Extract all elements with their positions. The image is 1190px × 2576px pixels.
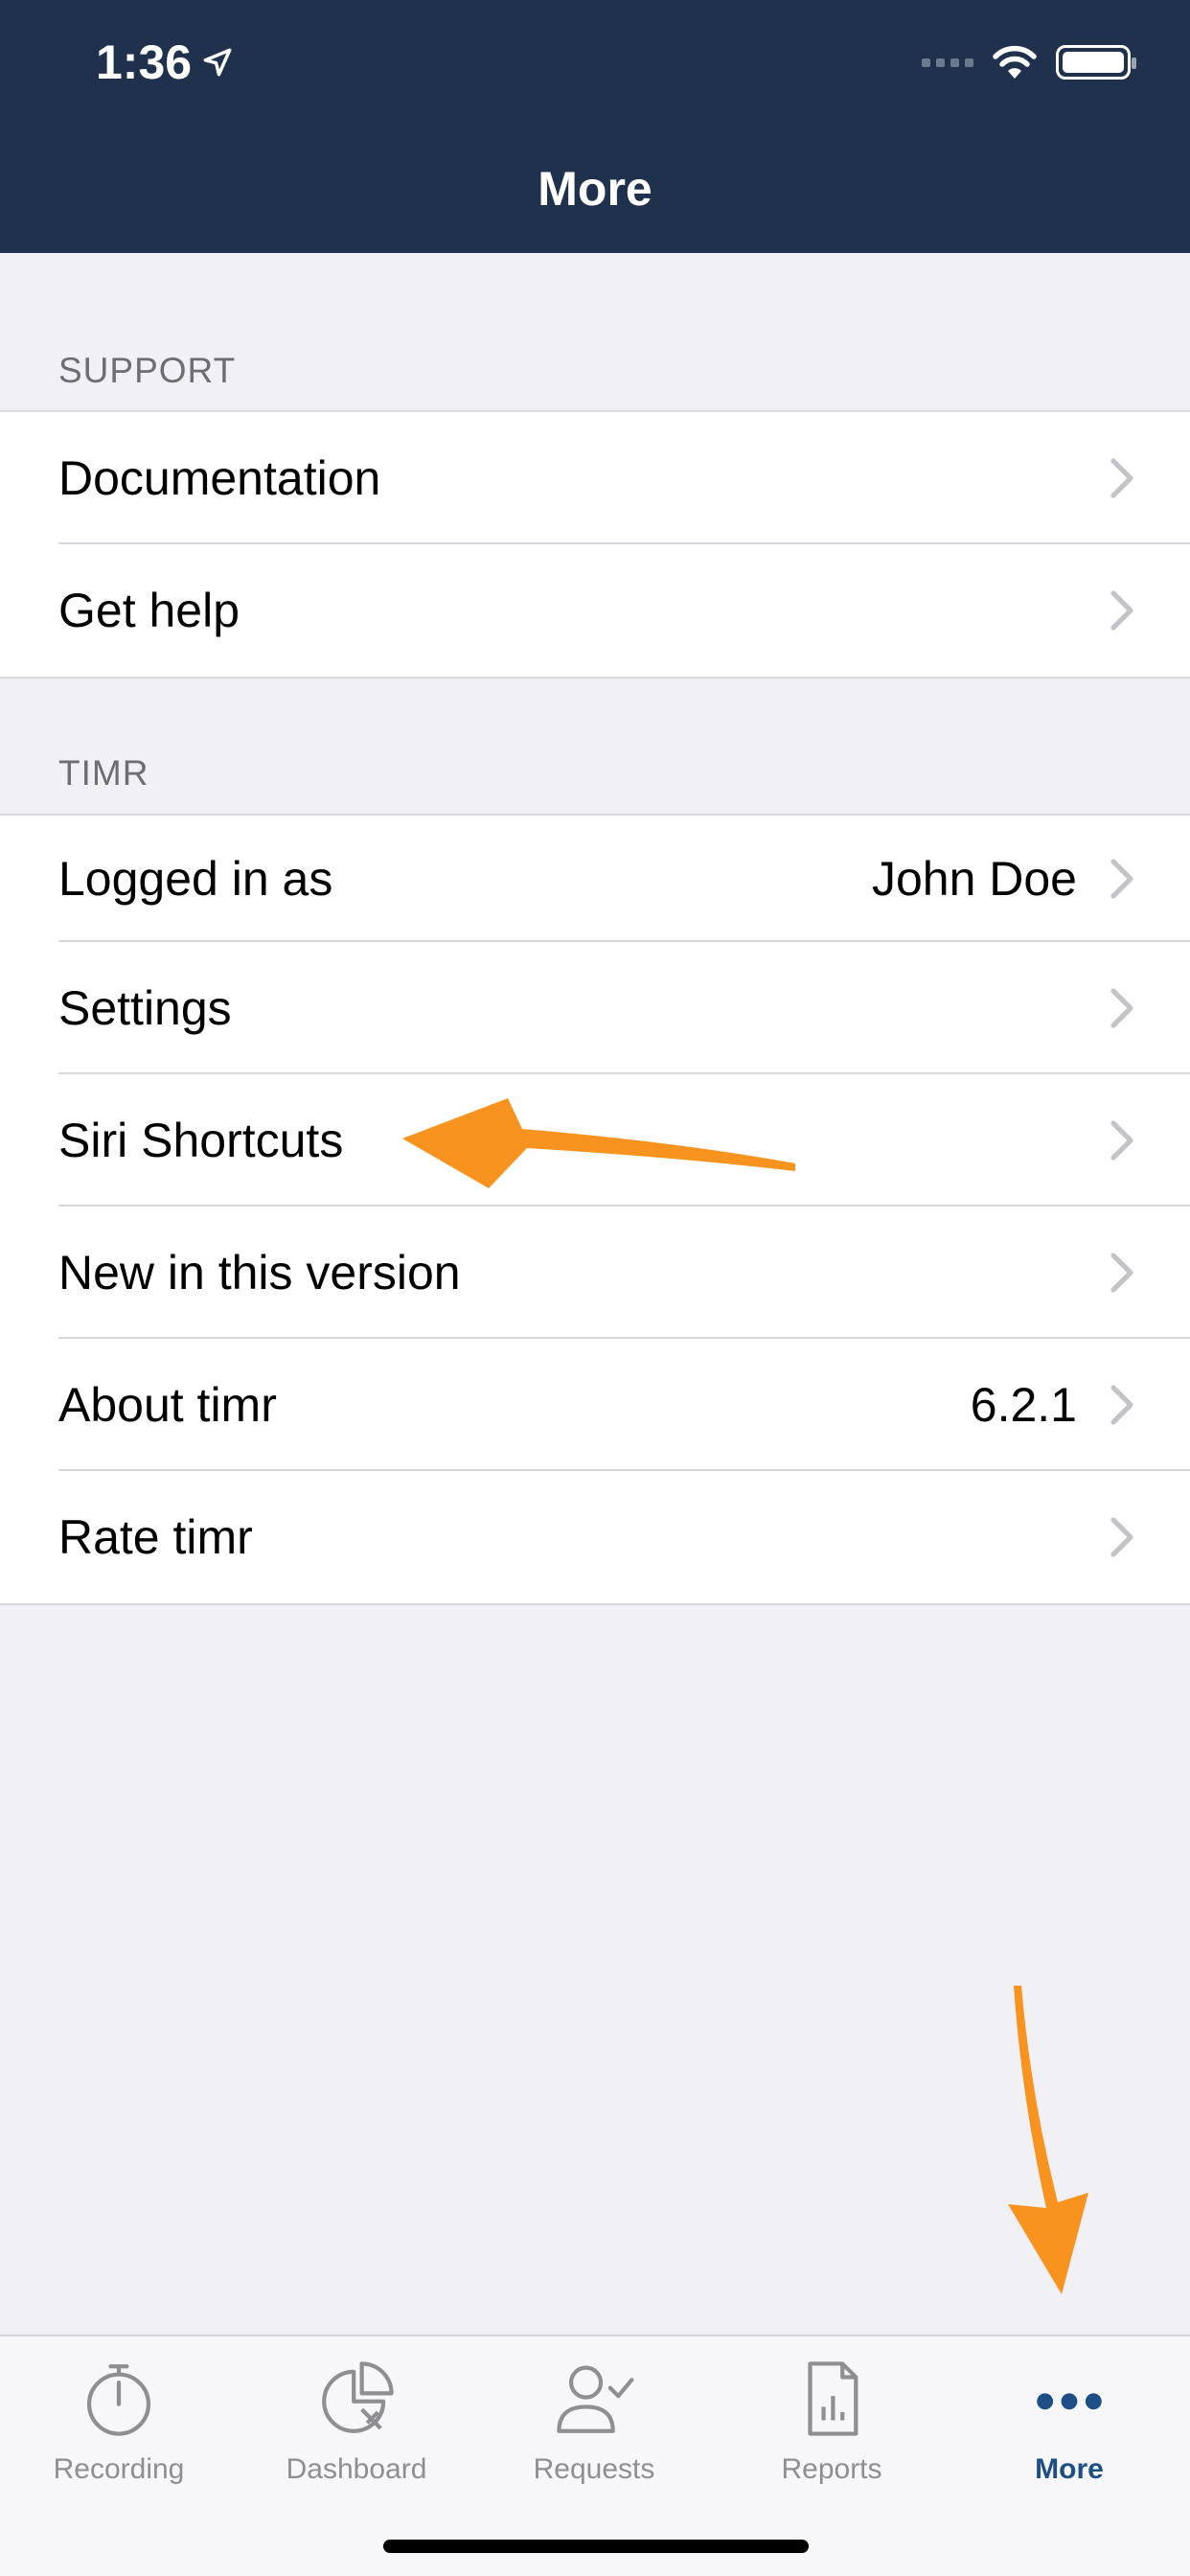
- annotation-arrow-icon: [1008, 1986, 1088, 2294]
- row-label: Get help: [58, 584, 240, 637]
- tab-reports[interactable]: Reports: [713, 2336, 950, 2518]
- tab-recording[interactable]: Recording: [0, 2336, 238, 2518]
- chevron-right-icon: [1110, 458, 1133, 498]
- row-logged-in-as[interactable]: Logged in as John Doe: [0, 816, 1190, 942]
- tab-label: Dashboard: [286, 2453, 427, 2485]
- page-title: More: [538, 162, 652, 216]
- row-label: Logged in as: [58, 852, 333, 906]
- row-label: Settings: [58, 981, 232, 1035]
- tab-label: Reports: [781, 2453, 882, 2485]
- chevron-right-icon: [1110, 1253, 1133, 1293]
- person-check-icon: [557, 2365, 634, 2433]
- chevron-right-icon: [1110, 590, 1133, 631]
- pie-chart-icon: [322, 2361, 394, 2433]
- row-label: Rate timr: [58, 1510, 253, 1564]
- tab-label: Recording: [53, 2453, 185, 2485]
- tab-label: Requests: [533, 2453, 655, 2485]
- tab-label: More: [1035, 2453, 1104, 2485]
- report-document-icon: [808, 2361, 858, 2436]
- chevron-right-icon: [1110, 1385, 1133, 1425]
- tab-dashboard[interactable]: Dashboard: [238, 2336, 475, 2518]
- location-arrow-icon: [203, 48, 232, 77]
- battery-icon: [1056, 45, 1136, 80]
- row-label: Documentation: [58, 451, 381, 505]
- row-value-version: 6.2.1: [970, 1378, 1077, 1432]
- section-header-support: SUPPORT: [58, 351, 237, 390]
- row-value-username: John Doe: [871, 852, 1077, 906]
- row-get-help[interactable]: Get help: [0, 544, 1190, 677]
- tab-more[interactable]: More: [950, 2336, 1188, 2518]
- chevron-right-icon: [1110, 859, 1133, 899]
- row-label: Siri Shortcuts: [58, 1114, 344, 1167]
- more-dots-icon: [1037, 2393, 1102, 2410]
- row-label: About timr: [58, 1378, 277, 1432]
- time-text: 1:36: [96, 35, 193, 89]
- annotation-arrow-icon: [402, 1098, 795, 1188]
- chevron-right-icon: [1110, 1120, 1133, 1161]
- row-new-in-this-version[interactable]: New in this version: [0, 1207, 1190, 1339]
- status-bar-time: 1:36: [96, 34, 234, 90]
- support-group: Documentation Get help: [0, 410, 1190, 678]
- row-settings[interactable]: Settings: [0, 942, 1190, 1074]
- chevron-right-icon: [1110, 988, 1133, 1028]
- tab-requests[interactable]: Requests: [475, 2336, 713, 2518]
- home-indicator[interactable]: [383, 2540, 809, 2553]
- navigation-header: 1:36 More: [0, 0, 1190, 253]
- row-documentation[interactable]: Documentation: [0, 412, 1190, 544]
- stopwatch-icon: [86, 2364, 151, 2436]
- row-rate-timr[interactable]: Rate timr: [0, 1471, 1190, 1603]
- timr-group: Logged in as John Doe Settings Siri Shor…: [0, 814, 1190, 1605]
- cellular-signal-icon: [922, 58, 973, 67]
- row-label: New in this version: [58, 1246, 461, 1300]
- row-about-timr[interactable]: About timr 6.2.1: [0, 1339, 1190, 1471]
- section-header-timr: TIMR: [58, 753, 149, 793]
- status-bar-indicators: [922, 44, 1136, 80]
- chevron-right-icon: [1110, 1517, 1133, 1557]
- wifi-icon: [993, 45, 1037, 79]
